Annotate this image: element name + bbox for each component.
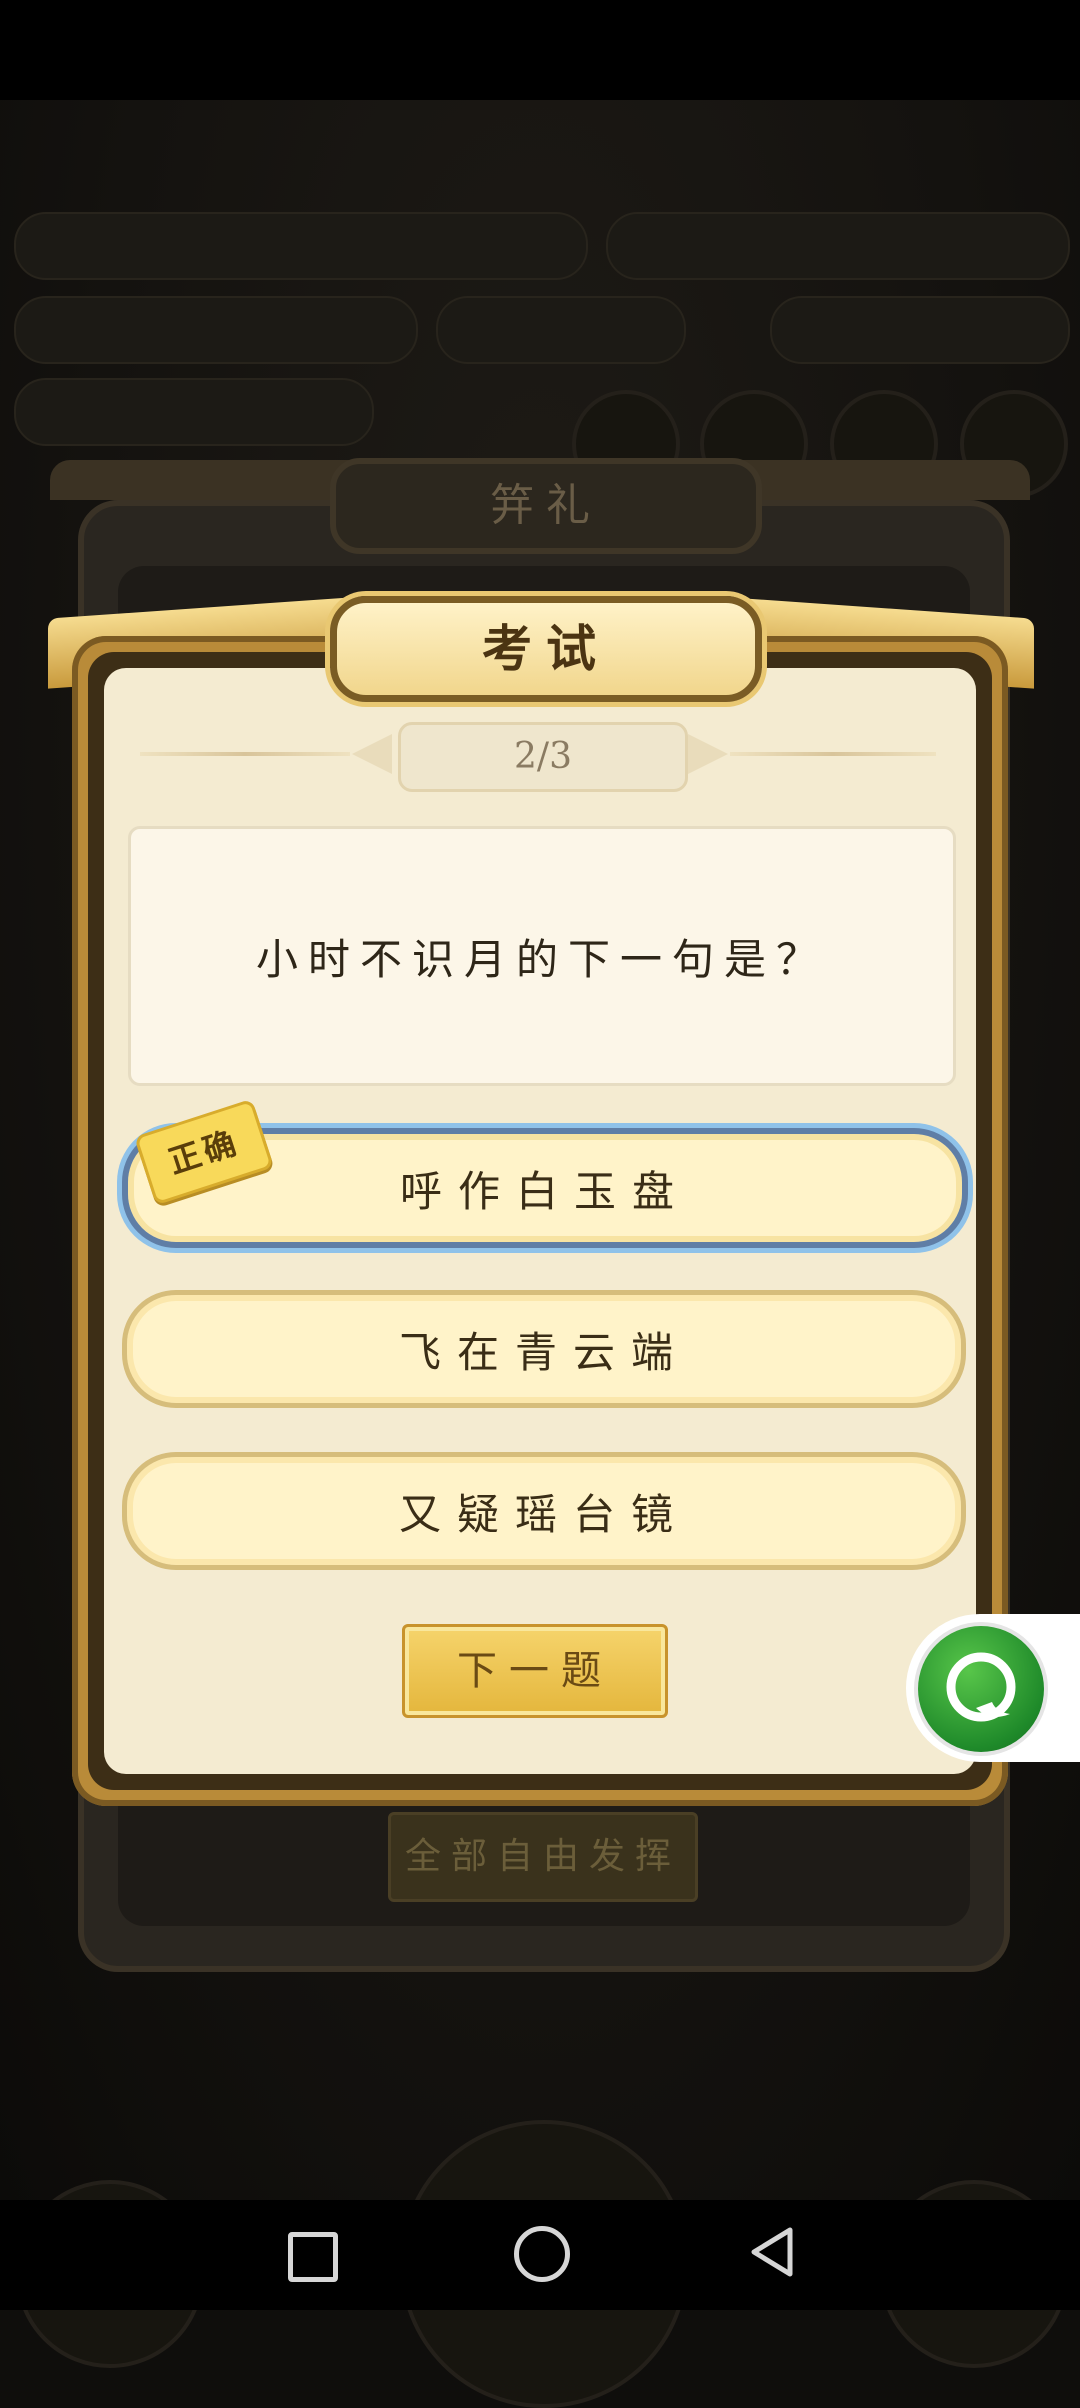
question-text: 小时不识月的下一句是？: [255, 934, 828, 984]
dialog-title-plate: 考试: [330, 596, 762, 702]
back-icon[interactable]: [744, 2224, 800, 2280]
progress-arrow-right-icon: [688, 734, 728, 774]
floating-assistant-button[interactable]: [918, 1626, 1044, 1752]
answer-option-label: 又疑瑶台镜: [398, 1489, 689, 1539]
home-icon[interactable]: [514, 2226, 570, 2282]
next-question-button[interactable]: 下一题: [402, 1624, 668, 1718]
bg-info-bar: [14, 378, 374, 446]
bg-info-bar: [770, 296, 1070, 364]
bg-info-bar: [606, 212, 1070, 280]
recent-apps-icon[interactable]: [288, 2232, 338, 2282]
status-bar: [0, 0, 1080, 100]
answer-option-label: 飞在青云端: [398, 1327, 689, 1377]
bg-info-bar: [14, 212, 588, 280]
free-play-button[interactable]: 全部自由发挥: [388, 1812, 698, 1902]
progress-arrow-left-icon: [352, 734, 392, 774]
question-progress: 2/3: [398, 722, 688, 792]
back-panel-title: 笄礼: [330, 458, 762, 554]
bg-info-bar: [436, 296, 686, 364]
bg-info-bar: [14, 296, 418, 364]
progress-divider-right: [730, 752, 936, 756]
answer-option-label: 呼作白玉盘: [399, 1166, 690, 1216]
dialog-title: 考试: [482, 619, 610, 678]
chat-bubble-icon: [946, 1652, 1016, 1722]
answer-option-3[interactable]: 又疑瑶台镜: [122, 1452, 966, 1570]
question-box: 小时不识月的下一句是？: [128, 826, 956, 1086]
progress-divider-left: [140, 752, 350, 756]
answer-option-2[interactable]: 飞在青云端: [122, 1290, 966, 1408]
